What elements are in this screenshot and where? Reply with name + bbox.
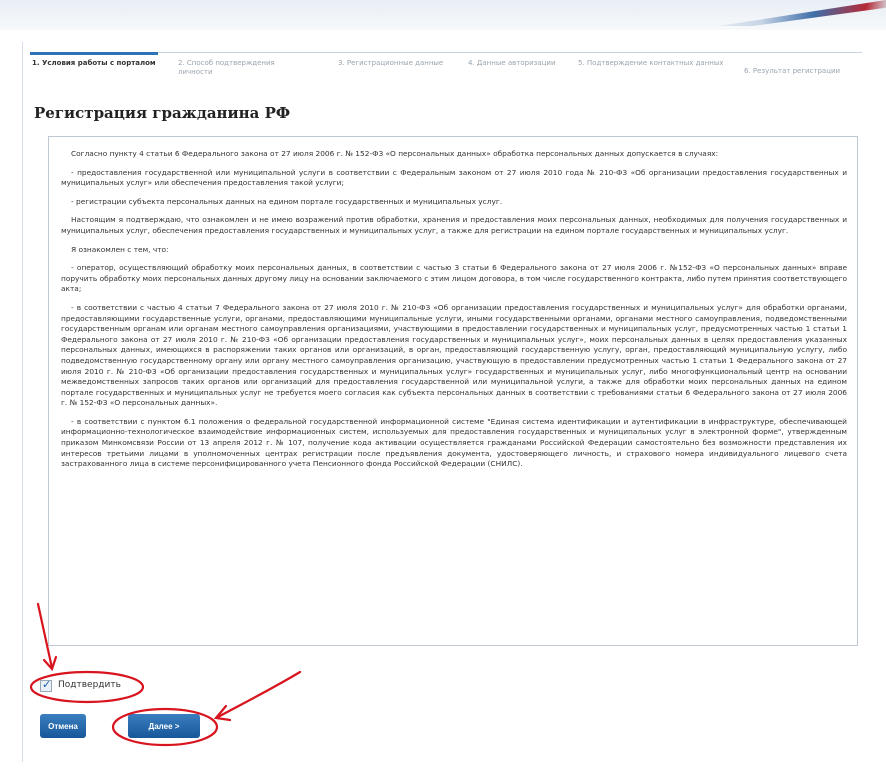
confirm-checkbox[interactable]	[40, 678, 52, 692]
step-4: 4. Данные авторизации	[468, 59, 558, 68]
step-label: 4. Данные авторизации	[468, 59, 556, 67]
step-label: 1. Условия работы с порталом	[32, 59, 156, 67]
step-label: 5. Подтверждение контактных данных	[578, 59, 724, 67]
agreement-paragraph: Я ознакомлен с тем, что:	[71, 244, 169, 254]
agreement-paragraph: - в соответствии с частью 4 статьи 7 Фед…	[61, 302, 847, 408]
step-6: 6. Результат регистрации	[744, 67, 862, 76]
page-title: Регистрация гражданина РФ	[34, 104, 291, 122]
agreement-paragraph: Согласно пункту 4 статьи 6 Федерального …	[71, 149, 719, 158]
agreement-paragraph: - оператор, осуществляющий обработку мои…	[61, 263, 847, 294]
step-1[interactable]: 1. Условия работы с порталом	[30, 52, 158, 68]
step-label: 6. Результат регистрации	[744, 67, 841, 75]
confirm-label[interactable]: Подтвердить	[58, 680, 121, 690]
agreement-paragraph: - регистрации субъекта персональных данн…	[71, 196, 503, 206]
next-button[interactable]: Далее >	[128, 714, 200, 738]
active-step-indicator	[30, 52, 158, 55]
agreement-paragraph: - в соответствии с пунктом 6.1 положения…	[61, 416, 847, 469]
step-label: 2. Способ подтверждения личности	[178, 59, 275, 76]
step-5: 5. Подтверждение контактных данных	[578, 59, 728, 68]
registration-steps: 1. Условия работы с порталом 2. Способ п…	[30, 52, 862, 93]
agreement-paragraph: Настоящим я подтверждаю, что ознакомлен …	[61, 215, 847, 235]
step-3: 3. Регистрационные данные	[338, 59, 448, 68]
flag-decoration	[718, 0, 886, 26]
agreement-text-box[interactable]: Согласно пункту 4 статьи 6 Федерального …	[48, 136, 858, 646]
header-band	[0, 0, 886, 30]
cancel-button[interactable]: Отмена	[40, 714, 86, 738]
step-label: 3. Регистрационные данные	[338, 59, 444, 67]
agreement-paragraph: - предоставления государственной или мун…	[61, 167, 847, 188]
step-2: 2. Способ подтверждения личности	[178, 59, 298, 77]
